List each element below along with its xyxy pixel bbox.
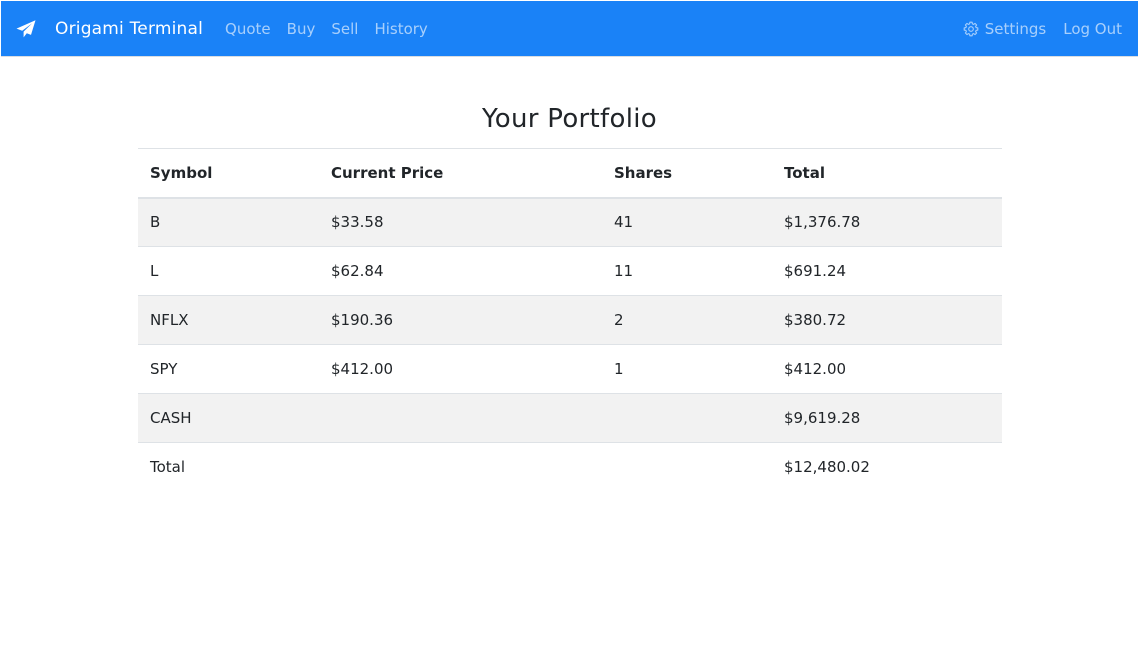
brand-name: Origami Terminal <box>55 18 204 39</box>
table-row: NFLX $190.36 2 $380.72 <box>138 295 1002 345</box>
table-row: SPY $412.00 1 $412.00 <box>138 344 1002 394</box>
cell-price: $62.84 <box>319 246 602 296</box>
cell-total: $12,480.02 <box>772 442 1002 492</box>
table-row: L $62.84 11 $691.24 <box>138 246 1002 296</box>
gear-icon <box>963 21 979 36</box>
cell-price <box>319 442 602 492</box>
settings-label: Settings <box>984 19 1047 38</box>
top-navbar: Origami Terminal Quote Buy Sell History … <box>1 1 1138 57</box>
cell-total: $691.24 <box>772 246 1002 296</box>
brand-link[interactable]: Origami Terminal <box>16 19 203 39</box>
portfolio-table: Symbol Current Price Shares Total B $33.… <box>138 148 1002 492</box>
cell-symbol: Total <box>138 442 319 492</box>
nav-link-history[interactable]: History <box>366 20 435 38</box>
cell-symbol: B <box>138 197 319 247</box>
cell-symbol: NFLX <box>138 295 319 345</box>
cell-total: $380.72 <box>772 295 1002 345</box>
cell-shares <box>602 393 772 443</box>
cell-shares <box>602 442 772 492</box>
header-symbol: Symbol <box>138 148 319 199</box>
cell-symbol: CASH <box>138 393 319 443</box>
cell-total: $1,376.78 <box>772 197 1002 247</box>
page-title: Your Portfolio <box>482 104 657 134</box>
cell-shares: 1 <box>602 344 772 394</box>
settings-link[interactable]: Settings <box>963 19 1047 38</box>
cell-price: $412.00 <box>319 344 602 394</box>
cell-symbol: SPY <box>138 344 319 394</box>
paper-plane-icon <box>16 19 36 37</box>
cell-total: $412.00 <box>772 344 1002 394</box>
cell-shares: 11 <box>602 246 772 296</box>
table-row: B $33.58 41 $1,376.78 <box>138 197 1002 247</box>
nav-link-buy[interactable]: Buy <box>279 20 324 38</box>
nav-right: Settings Log Out <box>963 20 1122 38</box>
table-header-row: Symbol Current Price Shares Total <box>138 148 1002 199</box>
header-shares: Shares <box>602 148 772 199</box>
cell-price <box>319 393 602 443</box>
cell-total: $9,619.28 <box>772 393 1002 443</box>
cell-symbol: L <box>138 246 319 296</box>
logout-link[interactable]: Log Out <box>1063 20 1122 38</box>
cell-shares: 41 <box>602 197 772 247</box>
table-row: CASH $9,619.28 <box>138 393 1002 443</box>
cell-shares: 2 <box>602 295 772 345</box>
cell-price: $33.58 <box>319 197 602 247</box>
nav-link-sell[interactable]: Sell <box>323 20 366 38</box>
table-row: Total $12,480.02 <box>138 442 1002 492</box>
nav-links: Quote Buy Sell History <box>217 20 436 38</box>
cell-price: $190.36 <box>319 295 602 345</box>
header-total: Total <box>772 148 1002 199</box>
nav-link-quote[interactable]: Quote <box>217 20 279 38</box>
header-current-price: Current Price <box>319 148 602 199</box>
